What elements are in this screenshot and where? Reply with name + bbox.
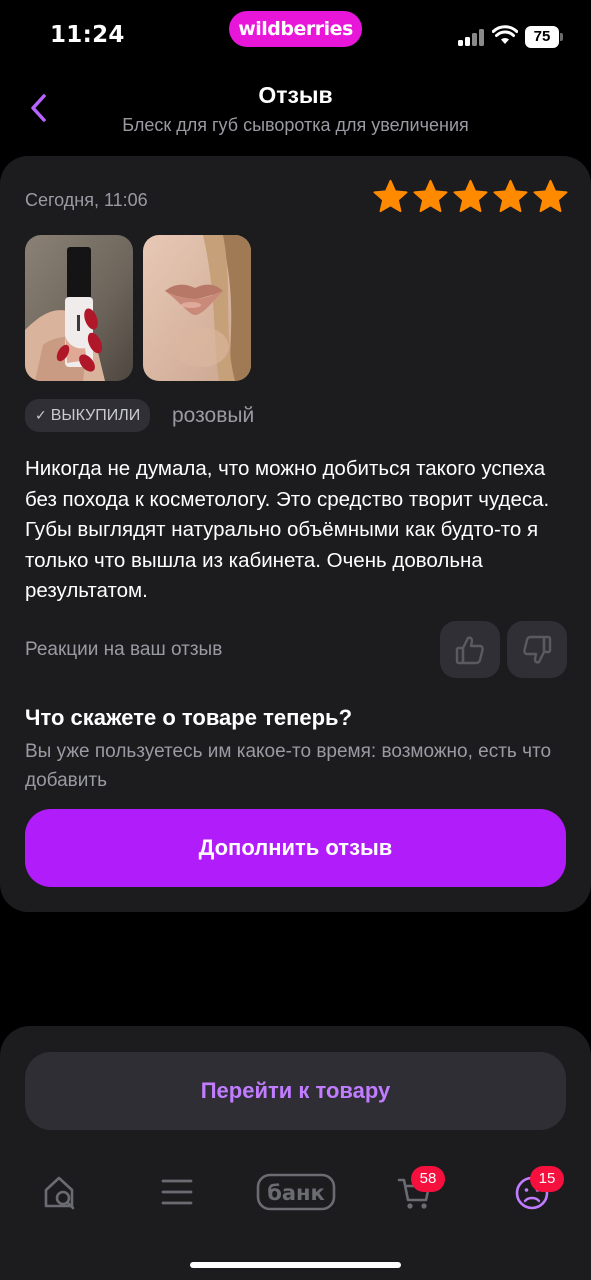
star-icon (413, 179, 448, 213)
status-bar: 11:24 wildberries 75 (0, 0, 591, 70)
star-icon (493, 179, 528, 213)
tab-bank[interactable]: банк (256, 1168, 336, 1216)
star-icon (533, 179, 568, 213)
cart-count-badge: 58 (411, 1166, 445, 1192)
purchased-badge: ✓ ВЫКУПИЛИ (25, 399, 151, 432)
cellular-signal-icon (458, 28, 486, 46)
menu-icon (161, 1179, 193, 1205)
profile-count-badge: 15 (530, 1166, 564, 1192)
check-icon: ✓ (35, 407, 47, 423)
product-variant: розовый (172, 404, 255, 427)
wifi-icon (492, 25, 518, 44)
review-photo-lips[interactable] (143, 235, 251, 381)
prompt-title: Что скажете о товаре теперь? (25, 705, 353, 730)
review-photo-lip-gloss[interactable] (25, 235, 133, 381)
like-button[interactable] (440, 621, 500, 678)
tab-home[interactable] (40, 1168, 80, 1216)
rating-stars (372, 178, 569, 218)
battery-icon: 75 (525, 26, 563, 48)
thumbs-down-icon (523, 635, 552, 664)
dislike-button[interactable] (507, 621, 567, 678)
tab-catalog[interactable] (158, 1168, 196, 1216)
bank-label: банк (267, 1181, 325, 1205)
go-to-product-button[interactable]: Перейти к товару (25, 1052, 566, 1130)
bank-icon: банк (256, 1173, 336, 1211)
page-title: Отзыв (258, 82, 333, 108)
purchased-label: ВЫКУПИЛИ (50, 407, 141, 424)
battery-level: 75 (525, 26, 559, 48)
star-icon (453, 179, 488, 213)
product-name: Блеск для губ сыворотка для увеличения (122, 115, 469, 135)
reactions-label: Реакции на ваш отзыв (25, 639, 223, 660)
review-text: Никогда не думала, что можно добиться та… (25, 457, 550, 602)
prompt-text: Вы уже пользуетесь им какое-то время: во… (25, 741, 552, 791)
thumbs-up-icon (455, 635, 484, 664)
brand-logo: wildberries (229, 11, 362, 47)
status-time: 11:24 (50, 22, 125, 48)
star-icon (373, 179, 408, 213)
add-to-review-button[interactable]: Дополнить отзыв (25, 809, 566, 887)
home-search-icon (44, 1176, 75, 1210)
review-date: Сегодня, 11:06 (25, 190, 148, 210)
home-indicator (190, 1262, 401, 1268)
